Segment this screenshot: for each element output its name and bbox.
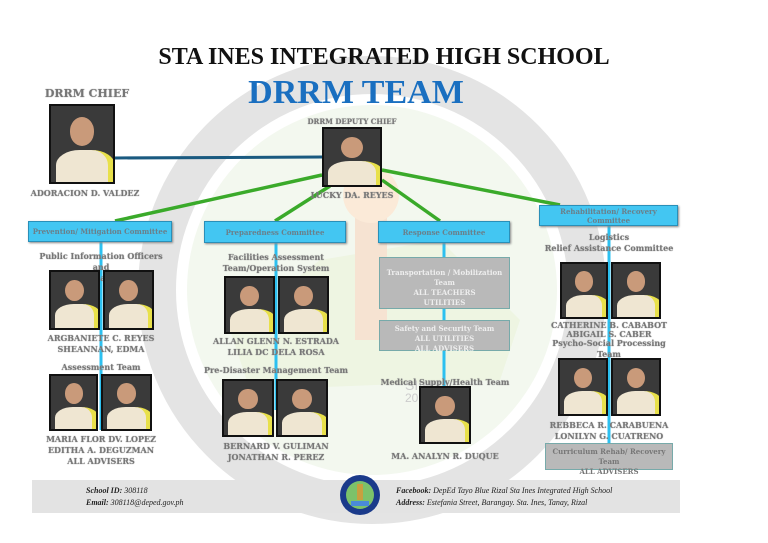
logistics-team-names: CATHERINE B. CABABOT ABIGAIL S. CABER [550, 320, 668, 339]
school-address: Estefania Street, Barangay. Sta. Ines, T… [426, 498, 588, 507]
footer-contact-info: Facebook: DepEd Tayo Blue Rizal Sta Ines… [396, 486, 613, 507]
school-email[interactable]: 308118@deped.gov.ph [111, 498, 184, 507]
member-photo [224, 276, 275, 334]
member-photo [611, 262, 661, 319]
member-photo [49, 270, 100, 330]
prevention-committee-box: Prevention/ Mitigation Committee [28, 221, 172, 242]
member-photo [222, 379, 274, 437]
member-photo [278, 276, 329, 334]
member-photo [101, 374, 152, 431]
psycho-social-team-title: Psycho-Social Processing Team [552, 338, 666, 359]
facilities-team-title: Facilities Assessment Team/Operation Syst… [222, 252, 330, 273]
member-photo [103, 270, 154, 330]
school-logo-icon [340, 475, 380, 515]
safety-team-box: Safety and Security Team ALL UTILITIES ALL… [379, 320, 510, 353]
rehab-committee-box: Rehabilitation/ Recovery Committee [539, 205, 678, 226]
chief-photo [49, 104, 115, 184]
chief-name: ADORACION D. VALDEZ [30, 188, 140, 198]
member-photo [49, 374, 98, 431]
pre-disaster-team-title: Pre-Disaster Management Team [204, 365, 348, 375]
footer-school-info: School ID: 308118 Email: 308118@deped.go… [86, 486, 184, 507]
member-photo [419, 386, 471, 444]
facilities-team-names: ALLAN GLENN N. ESTRADA LILIA DC DELA ROSA [213, 336, 339, 357]
transportation-team-box: Transportation / Mobilization Team ALL TE… [379, 257, 510, 309]
pio-team-names: ARGBANIETE C. REYES SHEANNAN, EDMA [47, 333, 155, 354]
psycho-social-team-names: REBBECA R. CARABUENA LONILYN G. CUATRENO [549, 420, 669, 441]
deputy-photo [322, 127, 382, 187]
member-photo [276, 379, 328, 437]
school-id: 308118 [124, 486, 148, 495]
logistics-team-title: Logistics Relief Assistance Committee [544, 232, 674, 253]
response-committee-box: Response Committee [378, 221, 510, 243]
medical-team-name: MA. ANALYN R. DUQUE [391, 451, 499, 461]
facebook-page[interactable]: DepEd Tayo Blue Rizal Sta Ines Integrate… [433, 486, 612, 495]
school-title: STA INES INTEGRATED HIGH SCHOOL [158, 44, 610, 70]
member-photo [611, 358, 661, 416]
assessment-team-title: Assessment Team [61, 362, 141, 372]
connector-prevention [114, 173, 323, 223]
member-photo [560, 262, 608, 319]
deputy-name: LUCKY DA. REYES [310, 190, 394, 200]
chief-label: DRRM CHIEF [44, 87, 130, 100]
preparedness-committee-box: Preparedness Committee [204, 221, 346, 243]
pre-disaster-team-names: BERNARD V. GULIMAN JONATHAN R. PEREZ [223, 441, 329, 462]
member-photo [558, 358, 608, 416]
deputy-label: DRRM DEPUTY CHIEF [307, 117, 397, 126]
assessment-team-names: MARIA FLOR DV. LOPEZ EDITHA A. DEGUZMAN AL… [46, 434, 156, 466]
chief-deputy-line [113, 155, 323, 160]
curriculum-team-box: Curriculum Rehab/ Recovery Team ALL ADVIS… [545, 443, 673, 476]
